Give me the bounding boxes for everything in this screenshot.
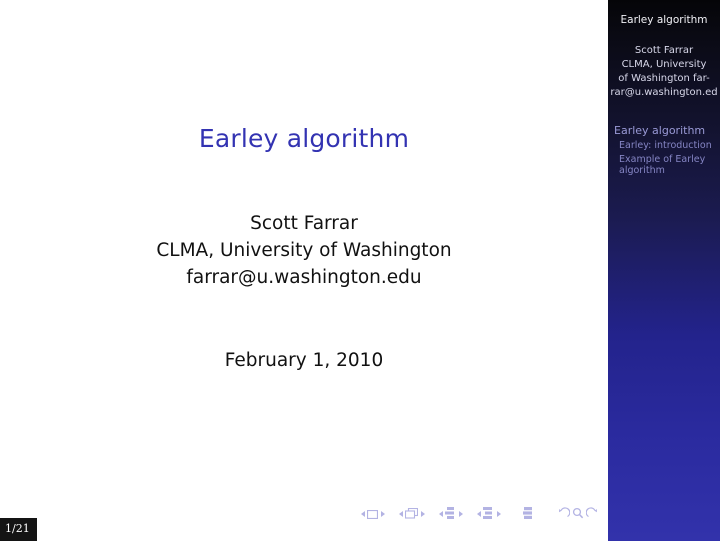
beamer-navigation-bar[interactable] <box>0 504 608 523</box>
author-name: Scott Farrar <box>250 213 358 234</box>
nav-tools-group[interactable] <box>556 504 600 523</box>
sidebar-item-earley-introduction[interactable]: Earley: introduction <box>608 138 720 152</box>
sidebar-author-line-2: CLMA, University <box>621 59 707 70</box>
previous-frame-icon[interactable] <box>398 510 403 517</box>
slide-date: February 1, 2010 <box>224 350 384 371</box>
frame-nav-group[interactable] <box>396 504 427 523</box>
slide-nav-group[interactable] <box>358 504 387 523</box>
title-block: Earley algorithm <box>0 124 608 154</box>
back-icon[interactable] <box>557 504 571 523</box>
presentation-nav-icon[interactable] <box>523 504 534 523</box>
sidebar-item-example-of-earley-algorithm[interactable]: Example of Earley algorithm <box>608 152 720 177</box>
presentation-slide: Earley algorithm Scott Farrar CLMA, Univ… <box>0 0 720 541</box>
previous-slide-icon[interactable] <box>360 510 365 517</box>
previous-subsection-icon[interactable] <box>438 510 443 517</box>
sidebar-author-line-1: Scott Farrar <box>634 45 694 56</box>
next-frame-icon[interactable] <box>420 510 425 517</box>
sidebar-author-line-3: of Washington far- <box>618 73 710 84</box>
author-affiliation: CLMA, University of Washington <box>156 240 452 261</box>
page-title: Earley algorithm <box>198 124 410 153</box>
sidebar: Earley algorithm Scott Farrar CLMA, Univ… <box>608 0 720 541</box>
next-subsection-icon[interactable] <box>458 510 463 517</box>
author-email: farrar@u.washington.edu <box>186 267 422 288</box>
sidebar-table-of-contents: Earley algorithm Earley: introduction Ex… <box>608 124 720 177</box>
slide-main-area: Earley algorithm Scott Farrar CLMA, Univ… <box>0 0 608 541</box>
forward-icon[interactable] <box>585 504 599 523</box>
date-block: February 1, 2010 <box>0 350 608 371</box>
next-slide-icon[interactable] <box>380 510 385 517</box>
author-block: Scott Farrar CLMA, University of Washing… <box>0 210 608 291</box>
sidebar-item-earley-algorithm[interactable]: Earley algorithm <box>608 124 720 138</box>
slide-nav-icon[interactable] <box>366 504 379 523</box>
section-nav-icon[interactable] <box>483 504 494 523</box>
frame-nav-icon[interactable] <box>404 504 419 523</box>
search-icon[interactable] <box>572 504 584 523</box>
sidebar-author-line-4: rar@u.washington.ed <box>610 87 718 98</box>
presentation-nav-group[interactable] <box>523 504 534 523</box>
sidebar-author-block: Scott Farrar CLMA, University of Washing… <box>608 44 720 100</box>
sidebar-title: Earley algorithm <box>620 14 708 26</box>
previous-section-icon[interactable] <box>476 510 481 517</box>
subsection-nav-icon[interactable] <box>445 504 456 523</box>
page-number-badge: 1/21 <box>0 518 37 541</box>
next-section-icon[interactable] <box>496 510 501 517</box>
section-nav-group[interactable] <box>474 504 503 523</box>
subsection-nav-group[interactable] <box>436 504 465 523</box>
